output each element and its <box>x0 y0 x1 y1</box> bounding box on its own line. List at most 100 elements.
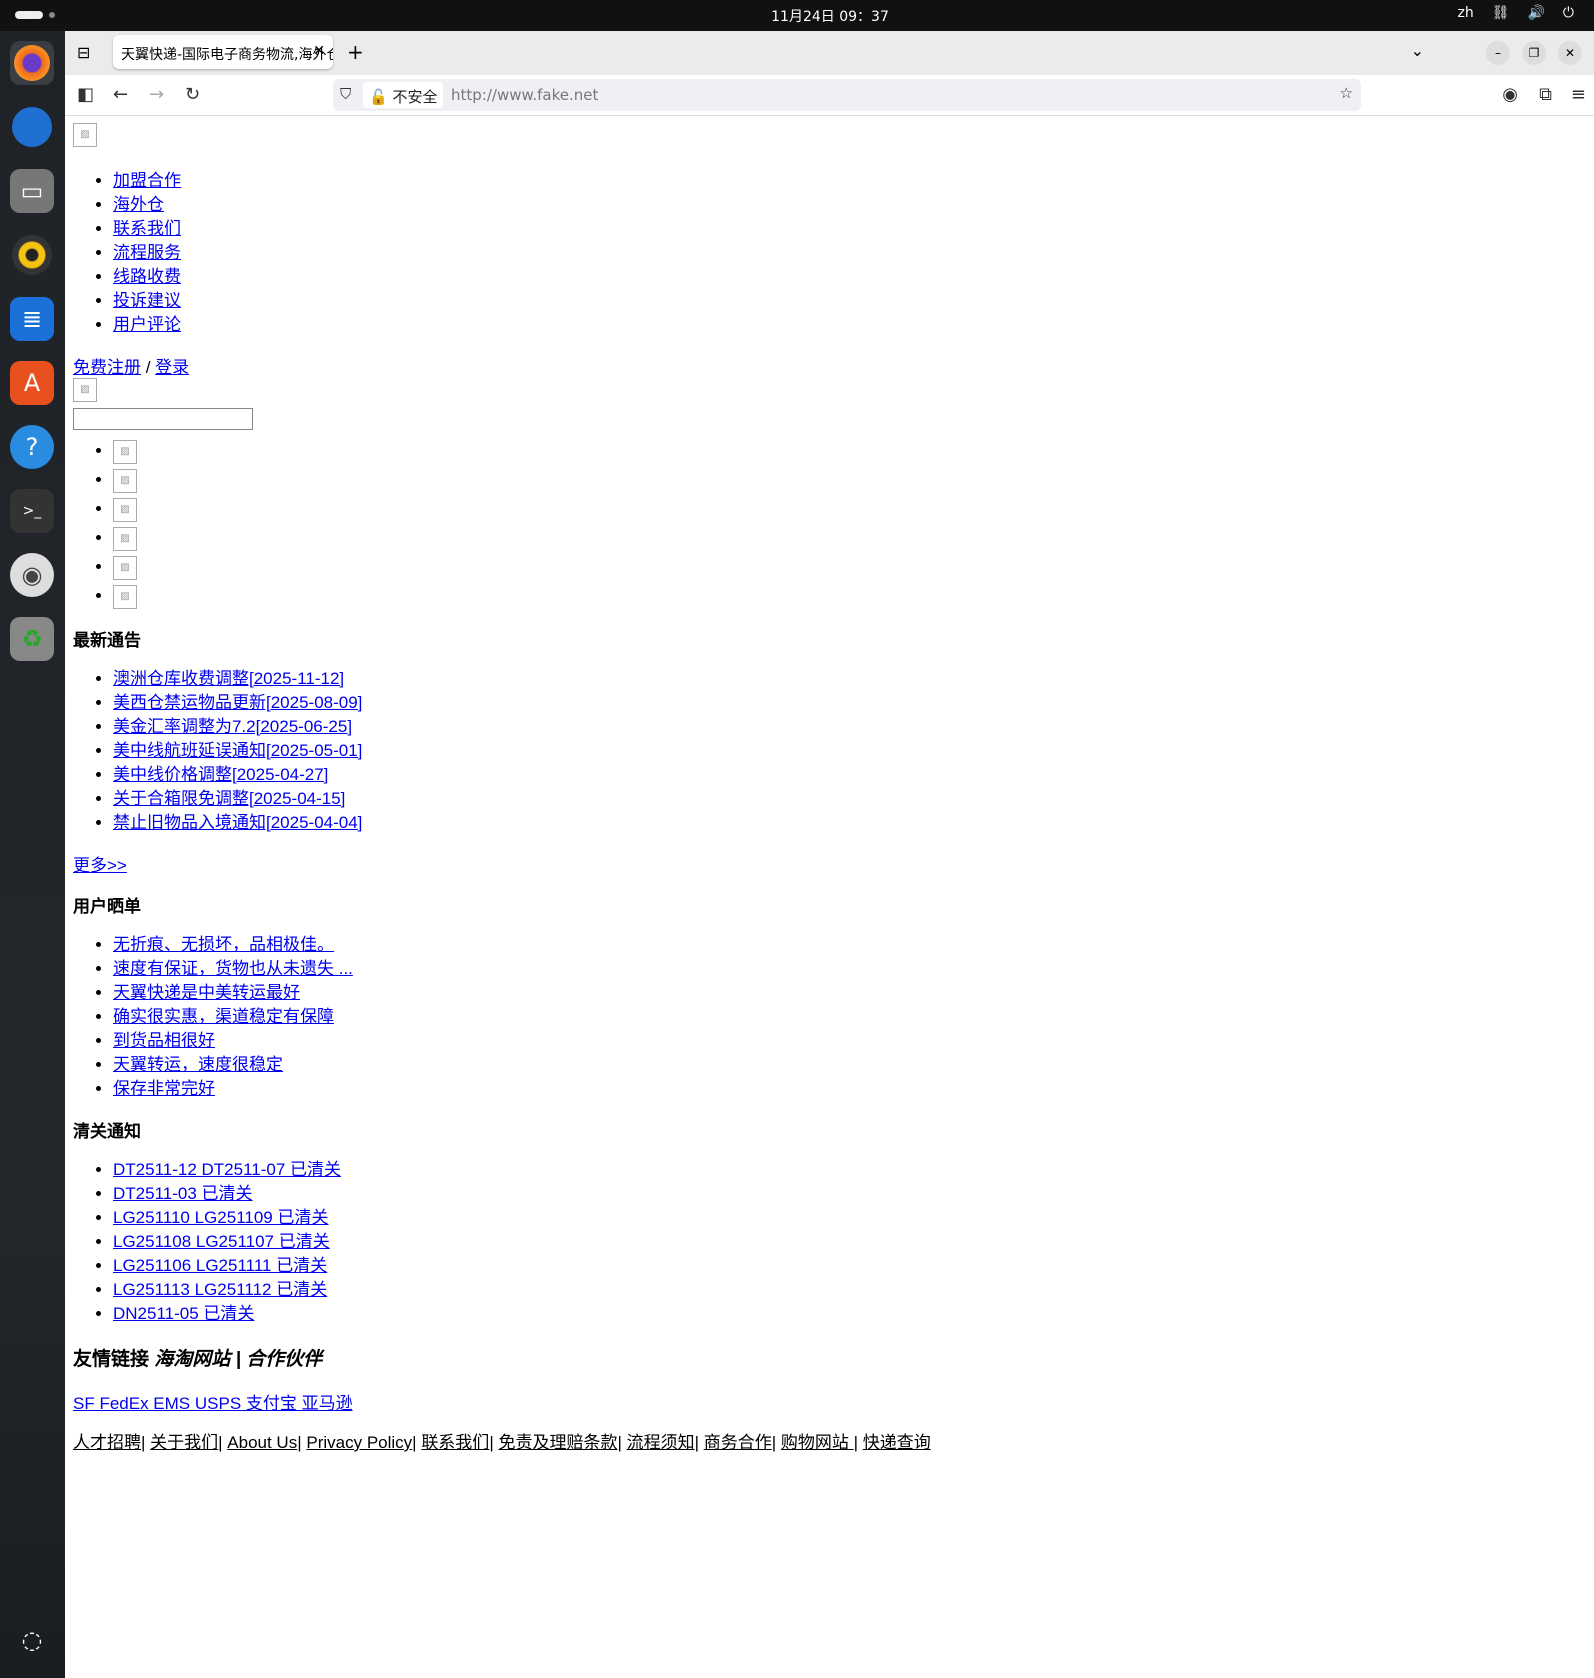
address-bar[interactable]: ⛉ 🔓 不安全 http://www.fake.net ☆ <box>333 79 1361 111</box>
footer-link[interactable]: 联系我们 <box>421 1433 489 1452</box>
customs-link[interactable]: LG251106 LG251111 已清关 <box>113 1256 327 1275</box>
back-button[interactable]: ← <box>113 84 128 105</box>
nav-link[interactable]: 海外仓 <box>113 195 164 214</box>
writer-icon[interactable]: ≣ <box>10 297 54 341</box>
footer-link[interactable]: 购物网站 <box>781 1433 854 1452</box>
help-icon[interactable]: ? <box>10 425 54 469</box>
footer-link[interactable]: 关于我们 <box>150 1433 218 1452</box>
customs-link[interactable]: DT2511-12 DT2511-07 已清关 <box>113 1160 341 1179</box>
separator: / <box>141 358 156 377</box>
footer-link[interactable]: 人才招聘 <box>73 1433 141 1452</box>
reload-button[interactable]: ↻ <box>185 84 200 105</box>
power-icon[interactable]: ⏻ <box>1563 5 1574 21</box>
url-text[interactable]: http://www.fake.net <box>451 86 598 104</box>
review-link[interactable]: 速度有保证，货物也从未遗失 ... <box>113 959 353 978</box>
menu-icon[interactable]: ≡ <box>1571 84 1586 105</box>
notice-link[interactable]: 关于合箱限免调整[2025-04-15] <box>113 789 345 808</box>
customs-link[interactable]: LG251113 LG251112 已清关 <box>113 1280 327 1299</box>
shield-icon[interactable]: ⛉ <box>340 85 351 103</box>
slide-image[interactable]: ▨ <box>113 584 137 609</box>
notice-link[interactable]: 美中线航班延误通知[2025-05-01] <box>113 741 362 760</box>
slide-image[interactable]: ▨ <box>113 526 137 551</box>
show-apps-icon[interactable]: ◌ <box>10 1618 54 1662</box>
notice-link[interactable]: 美金汇率调整为7.2[2025-06-25] <box>113 717 352 736</box>
system-top-bar: 11月24日 09：37 zh ⛓ 🔊 ⏻ <box>0 0 1594 31</box>
slide-image[interactable]: ▨ <box>113 439 137 464</box>
app-center-icon[interactable]: A <box>10 361 54 405</box>
customs-link[interactable]: LG251108 LG251107 已清关 <box>113 1232 330 1251</box>
notices-list: 澳洲仓库收费调整[2025-11-12] 美西仓禁运物品更新[2025-08-0… <box>73 667 931 835</box>
nav-link[interactable]: 投诉建议 <box>113 291 181 310</box>
language-indicator[interactable]: zh <box>1457 5 1473 21</box>
slide-image[interactable]: ▨ <box>113 468 137 493</box>
footer-link[interactable]: About Us <box>227 1433 297 1452</box>
slide-image[interactable]: ▨ <box>113 555 137 580</box>
partner-links[interactable]: SF FedEx EMS USPS 支付宝 亚马逊 <box>73 1394 353 1413</box>
links-subtitle: 海淘网站 | 合作伙伴 <box>154 1349 323 1370</box>
review-link[interactable]: 确实很实惠，渠道稳定有保障 <box>113 1007 334 1026</box>
image-list: ▨ ▨ ▨ ▨ ▨ ▨ <box>73 436 931 610</box>
notice-link[interactable]: 澳洲仓库收费调整[2025-11-12] <box>113 669 344 688</box>
clock[interactable]: 11月24日 09：37 <box>0 6 1594 26</box>
slide-image[interactable]: ▨ <box>113 497 137 522</box>
files-icon[interactable]: ▭ <box>10 169 54 213</box>
page-content: ▨ 加盟合作 海外仓 联系我们 流程服务 线路收费 投诉建议 用户评论 免费注册… <box>73 123 931 1453</box>
notice-link[interactable]: 美西仓禁运物品更新[2025-08-09] <box>113 693 362 712</box>
dock: ▭ ≣ A ? >_ ◉ ♻ ◌ <box>0 31 65 1678</box>
footer-link[interactable]: 流程须知 <box>627 1433 695 1452</box>
firefox-icon[interactable] <box>10 41 54 85</box>
volume-icon[interactable]: 🔊 <box>1527 5 1544 21</box>
extensions-icon[interactable]: ⧉ <box>1539 84 1552 105</box>
customs-heading: 清关通知 <box>73 1122 141 1141</box>
search-input[interactable] <box>73 408 253 430</box>
review-link[interactable]: 到货品相很好 <box>113 1031 215 1050</box>
review-link[interactable]: 保存非常完好 <box>113 1079 215 1098</box>
review-link[interactable]: 天翼转运，速度很稳定 <box>113 1055 283 1074</box>
nav-link[interactable]: 联系我们 <box>113 219 181 238</box>
footer-links: 人才招聘| 关于我们| About Us| Privacy Policy| 联系… <box>73 1433 931 1452</box>
more-link[interactable]: 更多>> <box>73 856 127 875</box>
nav-link[interactable]: 流程服务 <box>113 243 181 262</box>
tab-overview-icon[interactable]: ⊟ <box>77 43 90 62</box>
security-indicator[interactable]: 🔓 不安全 <box>363 82 444 108</box>
network-icon[interactable]: ⛓ <box>1492 5 1510 21</box>
customs-list: DT2511-12 DT2511-07 已清关 DT2511-03 已清关 LG… <box>73 1158 931 1326</box>
customs-link[interactable]: LG251110 LG251109 已清关 <box>113 1208 328 1227</box>
restore-button[interactable]: ❐ <box>1522 41 1546 65</box>
footer-link[interactable]: Privacy Policy <box>306 1433 412 1452</box>
customs-link[interactable]: DT2511-03 已清关 <box>113 1184 253 1203</box>
reviews-heading: 用户晒单 <box>73 897 141 916</box>
customs-link[interactable]: DN2511-05 已清关 <box>113 1304 254 1323</box>
tab-list-chevron-icon[interactable]: ⌄ <box>1411 41 1424 60</box>
footer-link[interactable]: 商务合作 <box>704 1433 772 1452</box>
close-tab-icon[interactable]: ✕ <box>313 43 325 59</box>
rhythmbox-icon[interactable] <box>10 233 54 277</box>
nav-link[interactable]: 用户评论 <box>113 315 181 334</box>
review-link[interactable]: 无折痕、无损坏，品相极佳。 <box>113 935 334 954</box>
nav-link[interactable]: 加盟合作 <box>113 171 181 190</box>
minimize-button[interactable]: – <box>1486 41 1510 65</box>
nav-toolbar: ◧ ← → ↻ ⛉ 🔓 不安全 http://www.fake.net ☆ ◉ … <box>65 75 1594 116</box>
close-window-button[interactable]: ✕ <box>1558 41 1582 65</box>
thunderbird-icon[interactable] <box>10 105 54 149</box>
terminal-icon[interactable]: >_ <box>10 489 54 533</box>
tab-active[interactable]: 天翼快递-国际电子商务物流,海外仓 ✕ <box>113 35 333 69</box>
links-title: 友情链接 <box>73 1349 150 1370</box>
nav-link[interactable]: 线路收费 <box>113 267 181 286</box>
review-link[interactable]: 天翼快递是中美转运最好 <box>113 983 300 1002</box>
notice-link[interactable]: 美中线价格调整[2025-04-27] <box>113 765 328 784</box>
footer-link[interactable]: 免责及理赔条款 <box>498 1433 617 1452</box>
login-link[interactable]: 登录 <box>155 358 189 377</box>
trash-icon[interactable]: ♻ <box>10 617 54 661</box>
logo-image: ▨ <box>73 123 97 147</box>
footer-link[interactable]: 快递查询 <box>863 1433 931 1452</box>
disc-icon[interactable]: ◉ <box>10 553 54 597</box>
notice-link[interactable]: 禁止旧物品入境通知[2025-04-04] <box>113 813 362 832</box>
register-link[interactable]: 免费注册 <box>73 358 141 377</box>
new-tab-button[interactable]: + <box>347 40 364 64</box>
bookmark-star-icon[interactable]: ☆ <box>1340 84 1353 102</box>
forward-button[interactable]: → <box>149 84 164 105</box>
links-heading: 友情链接 海淘网站 | 合作伙伴 <box>73 1344 931 1371</box>
sidebar-toggle-icon[interactable]: ◧ <box>77 84 94 105</box>
account-icon[interactable]: ◉ <box>1502 84 1518 105</box>
